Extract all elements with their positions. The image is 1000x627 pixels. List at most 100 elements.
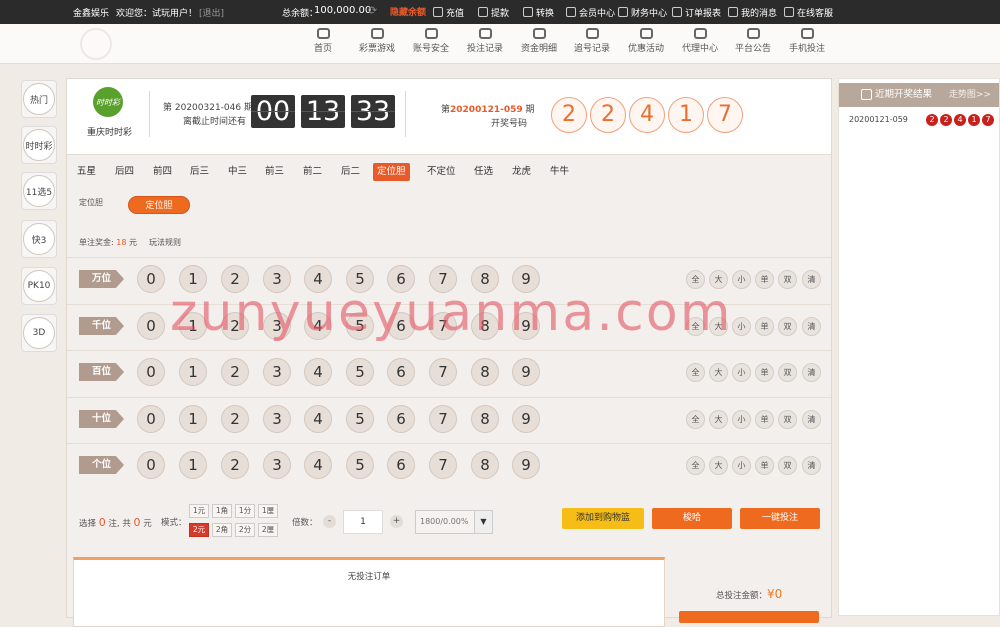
digit-button[interactable]: 0 <box>137 312 165 340</box>
multiplier-plus-button[interactable]: + <box>390 515 403 528</box>
digit-button[interactable]: 8 <box>471 405 499 433</box>
quick-select-button[interactable]: 清 <box>802 363 821 382</box>
tab-houer[interactable]: 后二 <box>337 163 364 181</box>
tab-niuniu[interactable]: 牛牛 <box>546 163 573 181</box>
multiplier-minus-button[interactable]: - <box>323 515 336 528</box>
digit-button[interactable]: 4 <box>304 451 332 479</box>
digit-button[interactable]: 0 <box>137 451 165 479</box>
digit-button[interactable]: 3 <box>263 358 291 386</box>
play-rules-link[interactable]: 玩法规则 <box>149 237 181 248</box>
rebate-select[interactable]: 1800/0.00% ▼ <box>415 510 493 534</box>
nav-account-security[interactable]: 账号安全 <box>403 28 459 54</box>
digit-button[interactable]: 6 <box>387 358 415 386</box>
nav-lottery-games[interactable]: 彩票游戏 <box>349 28 405 54</box>
digit-button[interactable]: 1 <box>179 451 207 479</box>
trend-chart-link[interactable]: 走势图>> <box>949 83 991 107</box>
quick-select-button[interactable]: 双 <box>778 317 797 336</box>
finance-center-link[interactable]: 财务中心 <box>618 6 667 19</box>
tab-housan[interactable]: 后三 <box>186 163 213 181</box>
confirm-bet-button[interactable] <box>679 611 819 623</box>
quick-select-button[interactable]: 单 <box>755 317 774 336</box>
subtype-dingweidan-button[interactable]: 定位胆 <box>128 196 190 214</box>
tab-qiansi[interactable]: 前四 <box>149 163 176 181</box>
sidebar-item-pk10[interactable]: PK10 <box>21 267 57 305</box>
quick-select-button[interactable]: 清 <box>802 410 821 429</box>
deposit-link[interactable]: 充值 <box>433 6 464 19</box>
quick-select-button[interactable]: 双 <box>778 456 797 475</box>
my-messages-link[interactable]: 我的消息 <box>728 6 777 19</box>
tab-wuxing[interactable]: 五星 <box>73 163 100 181</box>
digit-button[interactable]: 9 <box>512 358 540 386</box>
digit-button[interactable]: 5 <box>346 405 374 433</box>
mode-2yuan[interactable]: 2元 <box>189 523 209 537</box>
digit-button[interactable]: 0 <box>137 358 165 386</box>
tab-zhongsan[interactable]: 中三 <box>224 163 251 181</box>
nav-fund-details[interactable]: 资金明细 <box>511 28 567 54</box>
mode-1yuan[interactable]: 1元 <box>189 504 209 518</box>
digit-button[interactable]: 3 <box>263 405 291 433</box>
nav-bet-records[interactable]: 投注记录 <box>457 28 513 54</box>
tab-qianer[interactable]: 前二 <box>299 163 326 181</box>
tab-housi[interactable]: 后四 <box>111 163 138 181</box>
refresh-icon[interactable]: ⟳ <box>368 4 377 17</box>
tab-longhu[interactable]: 龙虎 <box>508 163 535 181</box>
add-to-cart-button[interactable]: 添加到购物篮 <box>562 508 644 529</box>
digit-button[interactable]: 6 <box>387 405 415 433</box>
quick-select-button[interactable]: 大 <box>709 410 728 429</box>
digit-button[interactable]: 0 <box>137 405 165 433</box>
member-center-link[interactable]: 会员中心 <box>566 6 615 19</box>
quick-select-button[interactable]: 双 <box>778 363 797 382</box>
sidebar-item-hot[interactable]: 热门 <box>21 80 57 118</box>
tab-budingwei[interactable]: 不定位 <box>423 163 460 181</box>
quick-select-button[interactable]: 全 <box>686 363 705 382</box>
quick-select-button[interactable]: 清 <box>802 317 821 336</box>
mode-2jiao[interactable]: 2角 <box>212 523 232 537</box>
quick-select-button[interactable]: 双 <box>778 270 797 289</box>
digit-button[interactable]: 2 <box>221 451 249 479</box>
digit-button[interactable]: 4 <box>304 358 332 386</box>
digit-button[interactable]: 5 <box>346 358 374 386</box>
one-click-bet-button[interactable]: 一键投注 <box>740 508 820 529</box>
digit-button[interactable]: 5 <box>346 451 374 479</box>
quick-select-button[interactable]: 小 <box>732 456 751 475</box>
tab-dingweidan[interactable]: 定位胆 <box>373 163 410 181</box>
digit-button[interactable]: 4 <box>304 405 332 433</box>
quick-select-button[interactable]: 单 <box>755 456 774 475</box>
digit-button[interactable]: 9 <box>512 405 540 433</box>
nav-agent-center[interactable]: 代理中心 <box>672 28 728 54</box>
withdraw-link[interactable]: 提款 <box>478 6 509 19</box>
transfer-link[interactable]: 转换 <box>523 6 554 19</box>
digit-button[interactable]: 9 <box>512 451 540 479</box>
quick-select-button[interactable]: 单 <box>755 270 774 289</box>
logout-link[interactable]: [退出] <box>199 6 224 19</box>
digit-button[interactable]: 8 <box>471 358 499 386</box>
quick-select-button[interactable]: 清 <box>802 270 821 289</box>
nav-home[interactable]: 首页 <box>295 28 351 54</box>
quick-select-button[interactable]: 小 <box>732 270 751 289</box>
multiplier-input[interactable]: 1 <box>343 510 383 534</box>
order-report-link[interactable]: 订单报表 <box>672 6 721 19</box>
mode-1li[interactable]: 1厘 <box>258 504 278 518</box>
sidebar-item-3d[interactable]: 3D <box>21 314 57 352</box>
digit-button[interactable]: 7 <box>429 358 457 386</box>
digit-button[interactable]: 7 <box>429 451 457 479</box>
digit-button[interactable]: 0 <box>137 265 165 293</box>
all-in-button[interactable]: 梭哈 <box>652 508 732 529</box>
digit-button[interactable]: 1 <box>179 358 207 386</box>
nav-mobile-betting[interactable]: 手机投注 <box>779 28 835 54</box>
nav-promotions[interactable]: 优惠活动 <box>618 28 674 54</box>
mode-2fen[interactable]: 2分 <box>235 523 255 537</box>
site-logo[interactable] <box>80 28 112 60</box>
mode-2li[interactable]: 2厘 <box>258 523 278 537</box>
quick-select-button[interactable]: 全 <box>686 456 705 475</box>
digit-button[interactable]: 2 <box>221 405 249 433</box>
tab-renxuan[interactable]: 任选 <box>470 163 497 181</box>
quick-select-button[interactable]: 小 <box>732 363 751 382</box>
quick-select-button[interactable]: 单 <box>755 363 774 382</box>
quick-select-button[interactable]: 小 <box>732 410 751 429</box>
quick-select-button[interactable]: 大 <box>709 456 728 475</box>
sidebar-item-ssc[interactable]: 时时彩 <box>21 126 57 164</box>
quick-select-button[interactable]: 清 <box>802 456 821 475</box>
digit-button[interactable]: 8 <box>471 451 499 479</box>
digit-button[interactable]: 1 <box>179 405 207 433</box>
